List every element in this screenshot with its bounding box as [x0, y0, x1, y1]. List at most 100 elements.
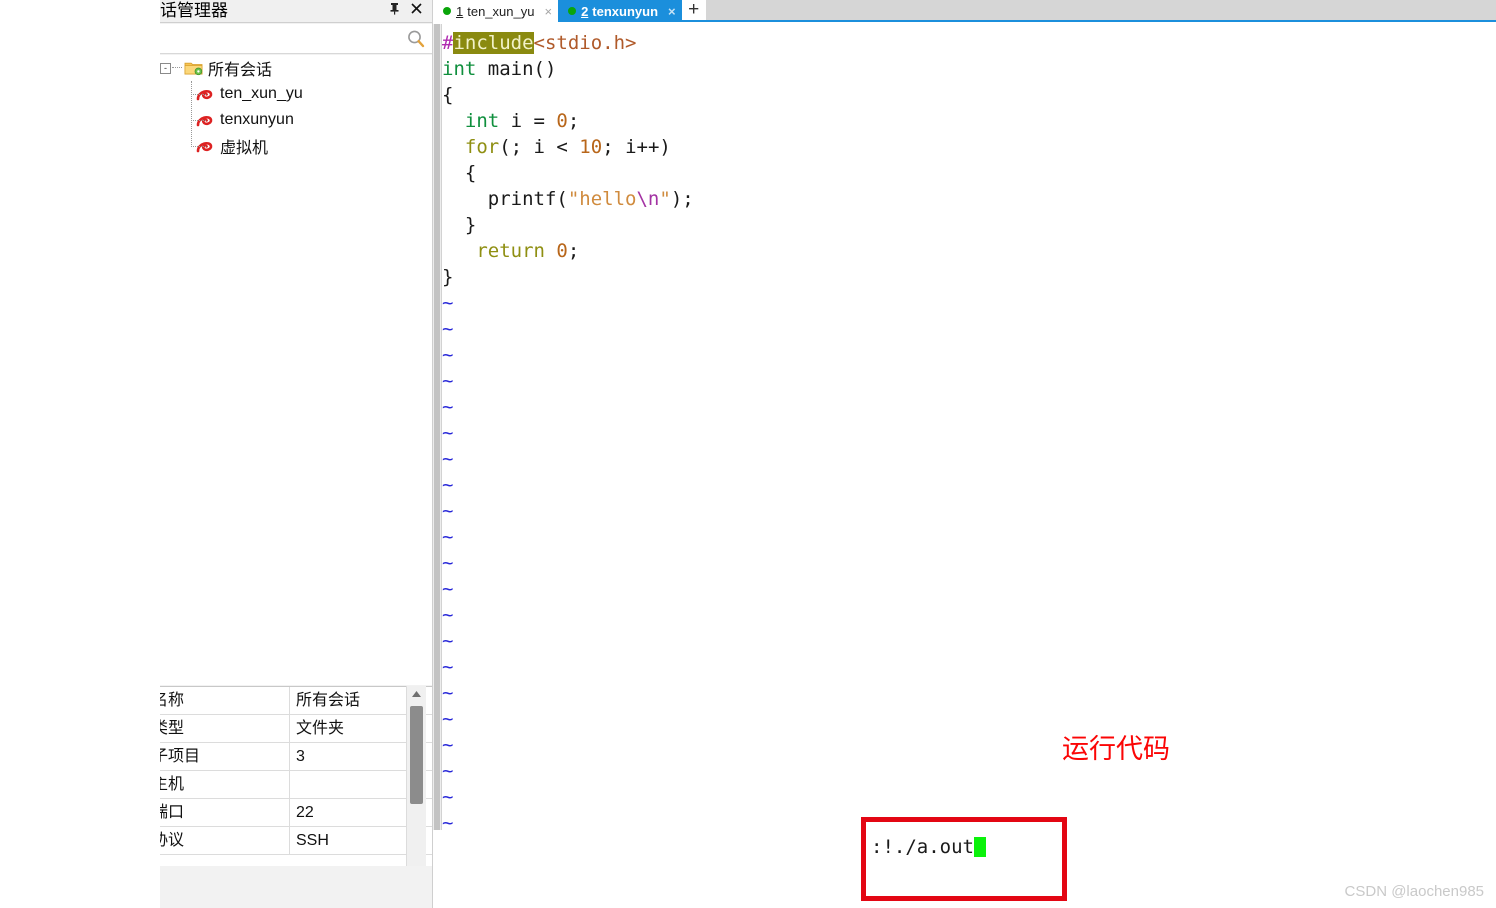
editor-text-area[interactable]: #include<stdio.h> int main(){ int i = 0; … [442, 24, 1496, 908]
session-manager-panel: 话管理器 - 所有会话 ten_xun_yu tenxunyun 虚拟机 称 所… [160, 0, 433, 908]
code-line: { [442, 82, 453, 108]
property-key: 类型 [160, 715, 290, 742]
pin-icon[interactable] [384, 1, 404, 21]
empty-line-marker: ~ [442, 682, 454, 704]
property-key: 协议 [160, 827, 290, 854]
empty-line-marker: ~ [442, 474, 454, 496]
code-line: } [442, 264, 453, 290]
empty-line-marker: ~ [442, 760, 454, 782]
code-token: "hello [567, 188, 637, 210]
code-token: ; [567, 240, 580, 262]
code-token: include [453, 32, 534, 54]
tab-number: 2 [581, 3, 589, 19]
empty-line-marker: ~ [442, 500, 454, 522]
scroll-up-arrow-icon[interactable] [407, 686, 426, 704]
empty-line-marker: ~ [442, 630, 454, 652]
search-input[interactable] [162, 26, 402, 51]
code-token: { [442, 162, 477, 184]
code-token: 10 [579, 136, 603, 158]
empty-line-marker: ~ [442, 526, 454, 548]
code-token: ; i++) [602, 136, 671, 158]
code-token: # [442, 32, 454, 54]
tab-number: 1 [456, 3, 464, 19]
vim-command-line[interactable]: :!./a.out [871, 836, 986, 858]
code-token: " [659, 188, 671, 210]
code-token: <stdio.h> [533, 32, 637, 54]
search-icon[interactable] [406, 29, 426, 49]
code-token: ); [670, 188, 694, 210]
code-token: { [442, 84, 454, 106]
tree-node-label: ten_xun_yu [220, 85, 303, 102]
code-token: 0 [556, 110, 568, 132]
empty-line-marker: ~ [442, 448, 454, 470]
panel-title: 话管理器 [160, 1, 228, 20]
code-token: } [442, 214, 477, 236]
code-line: { [442, 160, 476, 186]
property-row: 子项目 3 [160, 743, 432, 771]
code-line: #include<stdio.h> [442, 30, 636, 56]
watermark: CSDN @laochen985 [1344, 883, 1484, 900]
tab-ten_xun_yu[interactable]: 1 ten_xun_yu × [433, 0, 559, 22]
terminal-area: 1 ten_xun_yu × 2 tenxunyun × + #include<… [433, 0, 1496, 908]
empty-line-marker: ~ [442, 396, 454, 418]
property-row: 类型 文件夹 [160, 715, 432, 743]
empty-line-marker: ~ [442, 344, 454, 366]
tree-node-session-1[interactable]: tenxunyun [160, 107, 432, 133]
tree-branch-connector [191, 146, 206, 147]
code-token: i = [499, 110, 557, 132]
application-window: 话管理器 - 所有会话 ten_xun_yu tenxunyun 虚拟机 称 所… [0, 0, 1496, 908]
properties-scrollbar[interactable] [406, 686, 426, 866]
status-dot-icon [568, 7, 577, 15]
editor-scrollbar[interactable] [433, 24, 442, 830]
folder-settings-icon [184, 60, 203, 76]
scrollbar-thumb[interactable] [434, 24, 440, 830]
code-token: (; i < [499, 136, 580, 158]
tab-tenxunyun[interactable]: 2 tenxunyun × [558, 0, 682, 22]
vim-editor[interactable]: #include<stdio.h> int main(){ int i = 0; … [433, 24, 1496, 908]
empty-line-marker: ~ [442, 370, 454, 392]
tab-close-icon[interactable]: × [544, 4, 552, 19]
session-properties-grid: 名称 所有会话 类型 文件夹 子项目 3 主机 端口 22 协议 SSH [160, 686, 432, 866]
property-row: 主机 [160, 771, 432, 799]
tree-branch-connector [191, 94, 206, 95]
code-token: ; [567, 110, 580, 132]
annotation-label: 运行代码 [1062, 734, 1170, 764]
code-token: 0 [556, 240, 568, 262]
tree-node-label: 虚拟机 [220, 140, 269, 157]
session-search-row [160, 24, 432, 54]
tree-node-label: tenxunyun [220, 111, 294, 128]
code-token: int [442, 58, 477, 80]
clipped-left-margin [0, 0, 160, 908]
code-token: main() [476, 58, 557, 80]
code-line: for(; i < 10; i++) [442, 134, 671, 160]
empty-line-marker: ~ [442, 734, 454, 756]
empty-line-marker: ~ [442, 786, 454, 808]
new-tab-button[interactable]: + [681, 0, 706, 20]
scrollbar-thumb[interactable] [410, 706, 423, 804]
session-manager-titlebar: 话管理器 [160, 0, 432, 23]
tree-branch-connector [191, 120, 206, 121]
tree-expander-icon[interactable]: - [160, 63, 171, 74]
empty-line-marker: ~ [442, 422, 454, 444]
empty-line-marker: ~ [442, 552, 454, 574]
tree-node-session-2[interactable]: 虚拟机 [160, 133, 432, 159]
session-tree: - 所有会话 ten_xun_yu tenxunyun 虚拟机 [160, 55, 432, 685]
empty-line-marker: ~ [442, 604, 454, 626]
tree-node-session-0[interactable]: ten_xun_yu [160, 81, 432, 107]
empty-line-marker: ~ [442, 708, 454, 730]
empty-line-marker: ~ [442, 812, 454, 834]
tree-connector-line [172, 67, 182, 68]
code-line: int main() [442, 56, 556, 82]
close-icon[interactable] [406, 1, 426, 21]
text-cursor [973, 837, 986, 857]
code-line: } [442, 212, 476, 238]
code-token: printf( [442, 188, 568, 210]
empty-line-marker: ~ [442, 578, 454, 600]
code-token: } [442, 266, 454, 288]
tree-node-all-sessions[interactable]: - 所有会话 [160, 55, 432, 81]
tab-close-icon[interactable]: × [668, 4, 676, 19]
